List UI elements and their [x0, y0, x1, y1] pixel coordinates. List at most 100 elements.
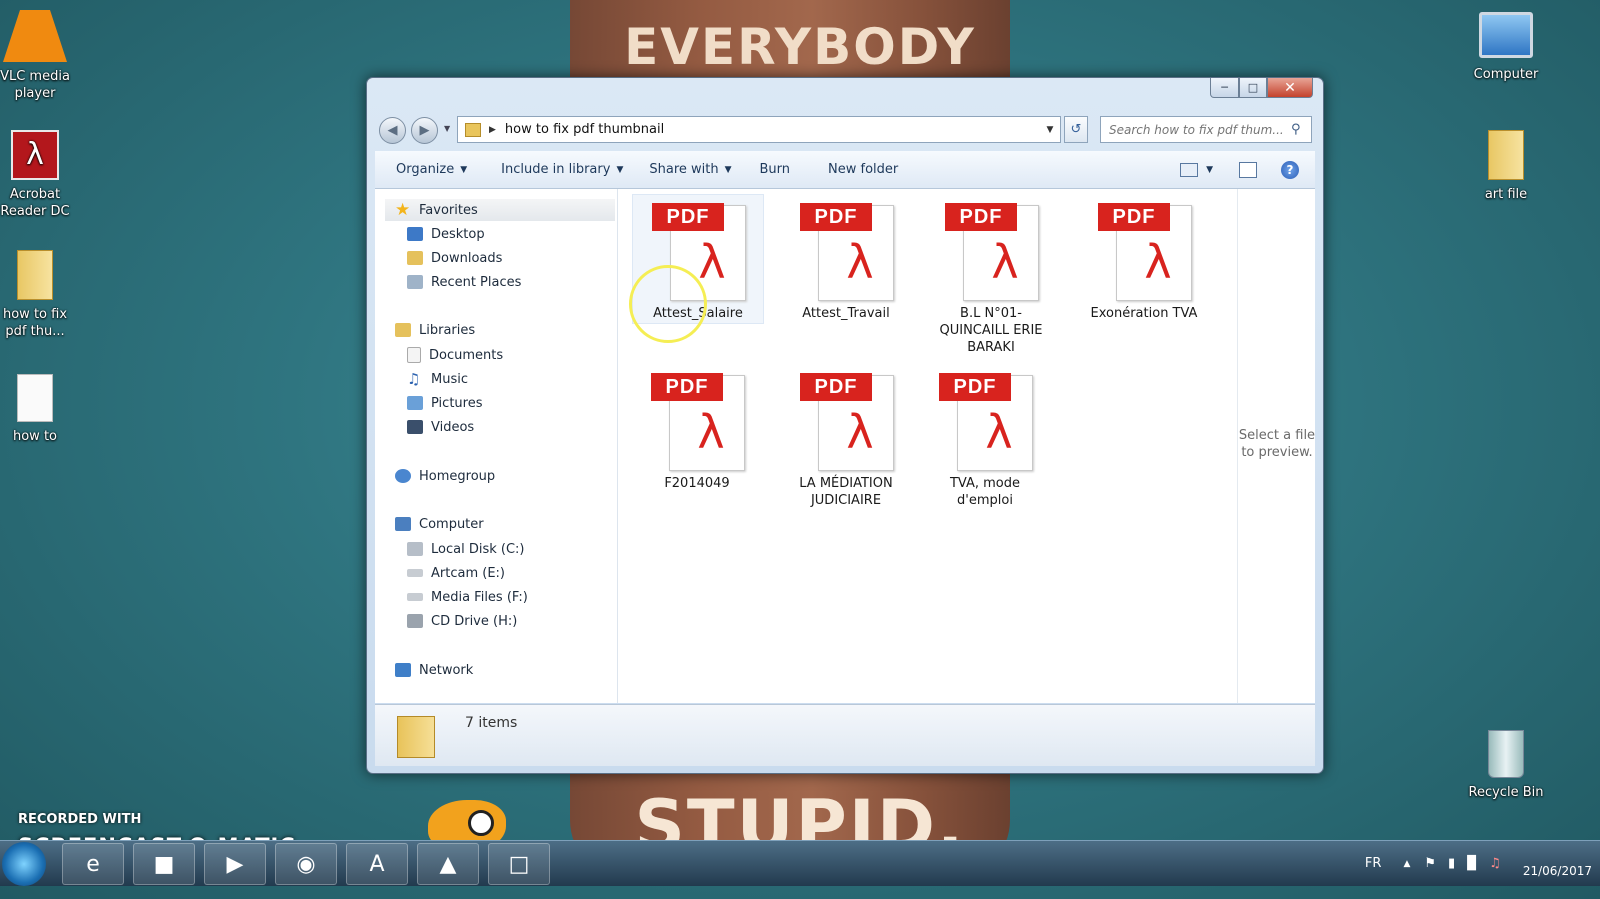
breadcrumb-separator-icon[interactable]: ▶	[489, 125, 496, 135]
chrome-icon[interactable]: ◉	[275, 843, 337, 885]
pdf-file-icon: PDF λ	[939, 371, 1033, 471]
nav-downloads[interactable]: Downloads	[407, 247, 502, 269]
organize-button[interactable]: Organize ▼	[385, 162, 478, 177]
desktop-icon-recycle-bin[interactable]: Recycle Bin	[1468, 730, 1544, 801]
new-folder-button[interactable]: New folder	[817, 162, 909, 177]
desktop-icon-label: Computer	[1473, 67, 1539, 82]
file-item[interactable]: PDF λ TVA, mode d'emploi	[930, 365, 1040, 509]
videos-icon	[407, 420, 423, 434]
file-item[interactable]: PDF λ F2014049	[632, 365, 762, 492]
navigation-pane: ★ Favorites Desktop Downloads Recent Pla…	[375, 189, 618, 703]
maximize-button[interactable]: □	[1239, 78, 1267, 98]
nav-label: Documents	[429, 347, 504, 363]
nav-music[interactable]: ♫ Music	[407, 368, 468, 390]
burn-button[interactable]: Burn	[749, 162, 802, 177]
preview-pane-icon[interactable]	[1239, 161, 1257, 178]
nav-recent-places[interactable]: Recent Places	[407, 271, 521, 293]
forward-button[interactable]: ▶	[411, 117, 438, 144]
back-button[interactable]: ◀	[379, 117, 406, 144]
share-with-button[interactable]: Share with ▼	[638, 162, 742, 177]
file-name: TVA, mode d'emploi	[949, 476, 1021, 508]
change-view-icon[interactable]	[1180, 162, 1199, 177]
search-box[interactable]: ⚲	[1100, 116, 1312, 143]
minimize-button[interactable]: ─	[1210, 78, 1239, 98]
address-bar[interactable]: ▶ how to fix pdf thumbnail ▼	[457, 116, 1061, 143]
address-dropdown-icon[interactable]: ▼	[1040, 125, 1060, 135]
chevron-down-icon: ▼	[724, 164, 732, 175]
media-player-icon[interactable]: ▶	[204, 843, 266, 885]
nav-desktop[interactable]: Desktop	[407, 223, 485, 245]
nav-label: CD Drive (H:)	[431, 613, 518, 629]
nav-homegroup[interactable]: Homegroup	[395, 465, 495, 487]
search-icon[interactable]: ⚲	[1291, 122, 1301, 137]
recent-pages-dropdown[interactable]: ▼	[444, 124, 450, 133]
recent-places-icon	[407, 275, 423, 289]
chevron-down-icon: ▼	[460, 164, 468, 175]
star-icon: ★	[395, 200, 411, 220]
nav-media-files[interactable]: Media Files (F:)	[407, 586, 528, 608]
taskbar: e ■ ▶ ◉ A ▲ □ FR ▲ ⚑ ▮ ▉ ♫ 21/06/2017	[0, 840, 1600, 886]
nav-label: Downloads	[431, 250, 503, 266]
nav-artcam[interactable]: Artcam (E:)	[407, 562, 505, 584]
search-input[interactable]	[1101, 121, 1291, 138]
share-label: Share with	[649, 162, 719, 177]
include-in-library-button[interactable]: Include in library ▼	[490, 162, 634, 177]
drive-icon	[407, 542, 423, 556]
file-name: Exonération TVA	[1090, 306, 1198, 321]
address-path[interactable]: how to fix pdf thumbnail	[505, 122, 664, 137]
app-icon[interactable]: ▲	[417, 843, 479, 885]
action-center-flag-icon[interactable]: ⚑	[1424, 856, 1436, 871]
file-list: PDF λ Attest_Salaire PDF λ Attest_Travail …	[618, 189, 1236, 703]
computer-icon	[1479, 12, 1533, 58]
explorer-icon[interactable]: ■	[133, 843, 195, 885]
desktop-icon-acrobat[interactable]: λ Acrobat Reader DC	[0, 130, 73, 220]
power-icon[interactable]: ▮	[1448, 856, 1455, 871]
refresh-button[interactable]: ↺	[1064, 116, 1088, 143]
file-item[interactable]: PDF λ B.L N°01-QUINCAILL ERIE BARAKI	[930, 195, 1052, 356]
close-button[interactable]: ✕	[1267, 78, 1313, 98]
snipping-tool-icon[interactable]: □	[488, 843, 550, 885]
pdf-badge: PDF	[939, 373, 1011, 401]
nav-label: Network	[419, 662, 474, 678]
nav-computer[interactable]: Computer	[395, 513, 484, 535]
pdf-file-icon: PDF λ	[800, 201, 894, 301]
nav-favorites[interactable]: ★ Favorites	[385, 199, 615, 221]
start-button[interactable]	[2, 842, 46, 886]
pdf-file-icon: PDF λ	[1098, 201, 1192, 301]
volume-muted-icon[interactable]: ♫	[1489, 856, 1501, 871]
file-item[interactable]: PDF λ Attest_Travail	[781, 195, 911, 322]
wallpaper-top-text: EVERYBODY	[624, 18, 976, 76]
nav-label: Libraries	[419, 322, 476, 338]
help-icon[interactable]: ?	[1281, 160, 1299, 179]
nav-videos[interactable]: Videos	[407, 416, 474, 438]
organize-label: Organize	[396, 162, 455, 177]
desktop-icon-folder[interactable]: how to fix pdf thu...	[0, 250, 73, 340]
clock-date[interactable]: 21/06/2017	[1523, 864, 1592, 878]
preview-placeholder: Select a file to preview.	[1238, 428, 1316, 460]
new-folder-label: New folder	[828, 162, 899, 177]
internet-explorer-icon[interactable]: e	[62, 843, 124, 885]
pdf-badge: PDF	[800, 203, 872, 231]
desktop-icon-vlc[interactable]: VLC media player	[0, 10, 73, 102]
file-item[interactable]: PDF λ Exonération TVA	[1079, 195, 1209, 322]
desktop-icon-howto[interactable]: how to	[0, 374, 73, 445]
artcam-icon[interactable]: A	[346, 843, 408, 885]
window-controls: ─ □ ✕	[1210, 78, 1313, 98]
language-indicator[interactable]: FR	[1365, 856, 1382, 871]
nav-documents[interactable]: Documents	[407, 344, 503, 366]
nav-libraries[interactable]: Libraries	[395, 319, 475, 341]
folder-icon	[397, 716, 435, 758]
nav-label: Desktop	[431, 226, 485, 242]
downloads-icon	[407, 251, 423, 265]
nav-network[interactable]: Network	[395, 659, 473, 681]
nav-pictures[interactable]: Pictures	[407, 392, 482, 414]
desktop-icon-computer[interactable]: Computer	[1468, 12, 1544, 83]
file-item[interactable]: PDF λ LA MÉDIATION JUDICIAIRE	[781, 365, 911, 509]
view-dropdown-icon[interactable]: ▼	[1206, 165, 1213, 175]
desktop-icon-art-file[interactable]: art file	[1468, 130, 1544, 203]
drive-icon	[407, 569, 423, 577]
nav-local-disk[interactable]: Local Disk (C:)	[407, 538, 524, 560]
nav-cd-drive[interactable]: CD Drive (H:)	[407, 610, 517, 632]
network-signal-icon[interactable]: ▉	[1467, 856, 1477, 871]
show-hidden-icons-icon[interactable]: ▲	[1403, 859, 1410, 869]
